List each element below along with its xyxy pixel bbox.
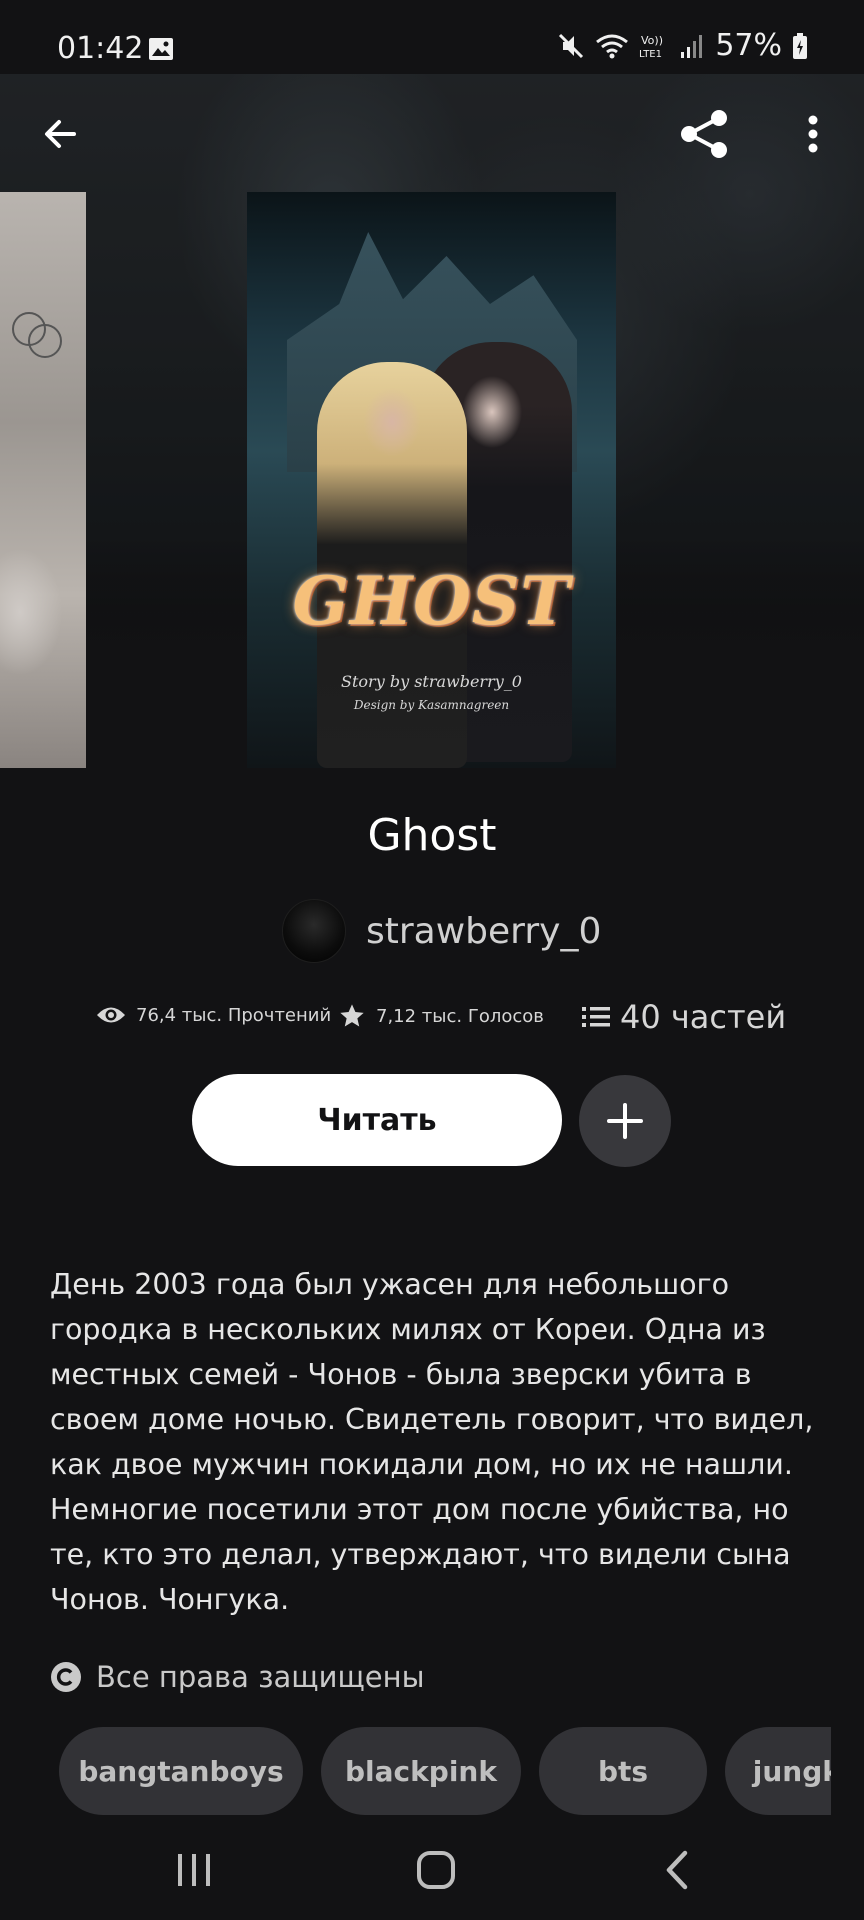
story-cover[interactable]: GHOST Story by strawberry_0 Design by Ka…: [247, 192, 616, 768]
story-title: Ghost: [367, 810, 497, 861]
previous-story-cover[interactable]: [0, 192, 86, 768]
plus-icon: [607, 1103, 643, 1139]
battery-percent: 57%: [715, 28, 782, 63]
cover-title-art: GHOST: [292, 562, 571, 640]
image-icon: [148, 37, 174, 65]
back-nav-button[interactable]: [628, 1820, 728, 1920]
tag-chip[interactable]: blackpink: [321, 1727, 521, 1815]
share-icon: [681, 110, 727, 158]
arrow-left-icon: [45, 120, 76, 148]
reads-stat: 76,4 тыс. Прочтений: [96, 1004, 331, 1026]
home-button[interactable]: [386, 1820, 486, 1920]
cover-credit-story: Story by strawberry_0: [341, 672, 522, 691]
status-icons: Vo)) LTE1 57%: [557, 28, 808, 63]
volte-icon: Vo)) LTE1: [639, 32, 669, 60]
mute-icon: [557, 32, 585, 60]
wifi-icon: [595, 32, 629, 60]
share-button[interactable]: [675, 104, 735, 164]
avatar[interactable]: [282, 899, 346, 963]
add-to-library-button[interactable]: [579, 1075, 671, 1167]
tag-chip[interactable]: bangtanboys: [59, 1727, 303, 1815]
more-vertical-icon: [808, 115, 818, 153]
parts-count[interactable]: 40 частей: [620, 998, 786, 1036]
system-navigation-bar: [0, 1820, 864, 1920]
story-stats: 76,4 тыс. Прочтений 7,12 тыс. Голосов 40…: [0, 998, 864, 1048]
recent-apps-icon: [178, 1854, 210, 1886]
votes-count: 7,12 тыс. Голосов: [376, 1005, 544, 1027]
tag-chip[interactable]: bts: [539, 1727, 707, 1815]
recent-apps-button[interactable]: [144, 1820, 244, 1920]
chevron-left-icon: [666, 1850, 688, 1890]
eye-icon: [97, 1007, 125, 1023]
cover-credit-design: Design by Kasamnagreen: [353, 698, 510, 712]
home-icon: [417, 1851, 455, 1889]
story-description: День 2003 года был ужасен для небольшого…: [50, 1268, 814, 1616]
copyright-icon: [51, 1662, 81, 1692]
top-app-bar: [0, 74, 864, 194]
author-link[interactable]: strawberry_0: [282, 898, 601, 964]
signal-icon: [679, 32, 705, 60]
star-icon: [340, 1004, 364, 1027]
svg-text:Vo)): Vo)): [641, 34, 663, 47]
copyright-row: Все права защищены: [50, 1660, 425, 1694]
back-button[interactable]: [32, 106, 88, 162]
list-icon: [582, 1007, 610, 1027]
reads-count: 76,4 тыс. Прочтений: [136, 1004, 332, 1026]
more-options-button[interactable]: [792, 106, 834, 162]
read-button[interactable]: Читать: [192, 1074, 562, 1166]
battery-icon: [792, 32, 808, 60]
status-time: 01:42: [57, 31, 144, 66]
votes-stat: 7,12 тыс. Голосов: [338, 1002, 544, 1030]
tags-row[interactable]: bangtanboys blackpink bts jungkook: [59, 1727, 831, 1815]
svg-text:LTE1: LTE1: [639, 49, 662, 60]
tag-chip[interactable]: jungkook: [725, 1727, 831, 1815]
status-bar: 01:42 Vo)) LTE1 57%: [0, 0, 864, 74]
author-name[interactable]: strawberry_0: [366, 911, 601, 952]
parts-stat[interactable]: 40 частей: [582, 998, 786, 1036]
copyright-label: Все права защищены: [96, 1660, 425, 1694]
